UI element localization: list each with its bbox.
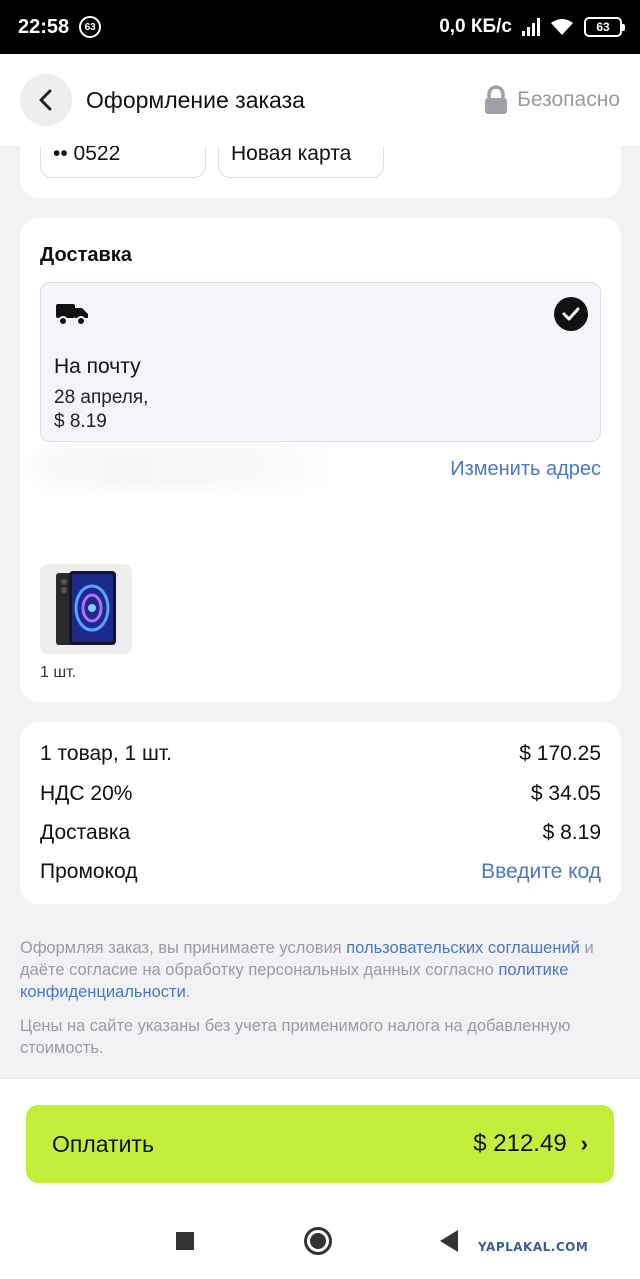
summary-label: Доставка — [40, 821, 131, 844]
pay-label: Оплатить — [52, 1130, 154, 1157]
summary-row-items: 1 товар, 1 шт. $ 170.25 — [40, 742, 601, 766]
delivery-section-title: Доставка — [40, 244, 132, 266]
order-summary-card: 1 товар, 1 шт. $ 170.25 НДС 20% $ 34.05 … — [20, 722, 621, 904]
system-nav-bar: YAPLAKAL.COM — [0, 1202, 640, 1279]
legal-consent-text: Оформляя заказ, вы принимаете условия по… — [20, 939, 594, 1001]
item-quantity: 1 шт. — [40, 664, 77, 681]
lock-icon — [485, 85, 508, 114]
chevron-left-icon — [39, 89, 52, 111]
promo-label: Промокод — [40, 860, 138, 883]
page-header: Оформление заказа Безопасно — [0, 54, 640, 146]
signal-icon — [522, 18, 540, 36]
summary-row-vat: НДС 20% $ 34.05 — [40, 782, 601, 806]
status-time: 22:58 — [18, 15, 70, 38]
back-button[interactable] — [20, 74, 72, 126]
wifi-icon — [551, 19, 573, 35]
page-title: Оформление заказа — [86, 86, 305, 113]
phone-image-icon — [56, 571, 116, 645]
delivery-option-price: $ 8.19 — [54, 411, 107, 432]
tax-note: Цены на сайте указаны без учета применим… — [20, 1017, 571, 1057]
summary-row-delivery: Доставка $ 8.19 — [40, 821, 601, 845]
truck-icon — [56, 304, 88, 326]
recents-icon[interactable] — [176, 1232, 194, 1250]
watermark: YAPLAKAL.COM — [478, 1240, 589, 1254]
secure-indicator: Безопасно — [483, 85, 620, 115]
change-address-link[interactable]: Изменить адрес — [450, 458, 601, 481]
summary-value: $ 8.19 — [542, 821, 601, 844]
notification-badge-icon: 63 — [79, 16, 102, 38]
summary-value: $ 170.25 — [519, 742, 601, 765]
delivery-option-title: На почту — [54, 355, 141, 378]
network-speed: 0,0 КБ/с — [439, 16, 512, 37]
pay-button[interactable]: Оплатить $ 212.49 › — [26, 1105, 614, 1183]
enter-promo-link[interactable]: Введите код — [481, 860, 601, 884]
home-icon[interactable] — [304, 1227, 332, 1255]
product-thumbnail[interactable] — [40, 564, 132, 654]
delivery-card: Доставка На почту 28 апреля, $ 8.19 Изме… — [20, 218, 621, 702]
back-triangle-icon[interactable] — [440, 1230, 458, 1252]
battery-icon: 63 — [584, 17, 625, 37]
secure-label: Безопасно — [517, 88, 620, 111]
summary-row-promo: Промокод Введите код — [40, 860, 601, 884]
summary-label: 1 товар, 1 шт. — [40, 742, 173, 765]
summary-label: НДС 20% — [40, 782, 133, 805]
delivery-option-post[interactable]: На почту 28 апреля, $ 8.19 — [40, 282, 601, 442]
pay-total: $ 212.49 — [473, 1130, 567, 1157]
delivery-option-date: 28 апреля, — [54, 387, 149, 408]
redacted-address — [32, 444, 332, 488]
user-agreements-link[interactable]: пользовательских соглашений — [346, 939, 580, 957]
summary-value: $ 34.05 — [530, 782, 601, 805]
status-bar: 22:58 63 0,0 КБ/с 63 — [0, 0, 640, 54]
chevron-right-icon: › — [580, 1131, 588, 1156]
checkout-bar: Оплатить $ 212.49 › — [0, 1078, 640, 1202]
check-icon — [554, 297, 588, 331]
